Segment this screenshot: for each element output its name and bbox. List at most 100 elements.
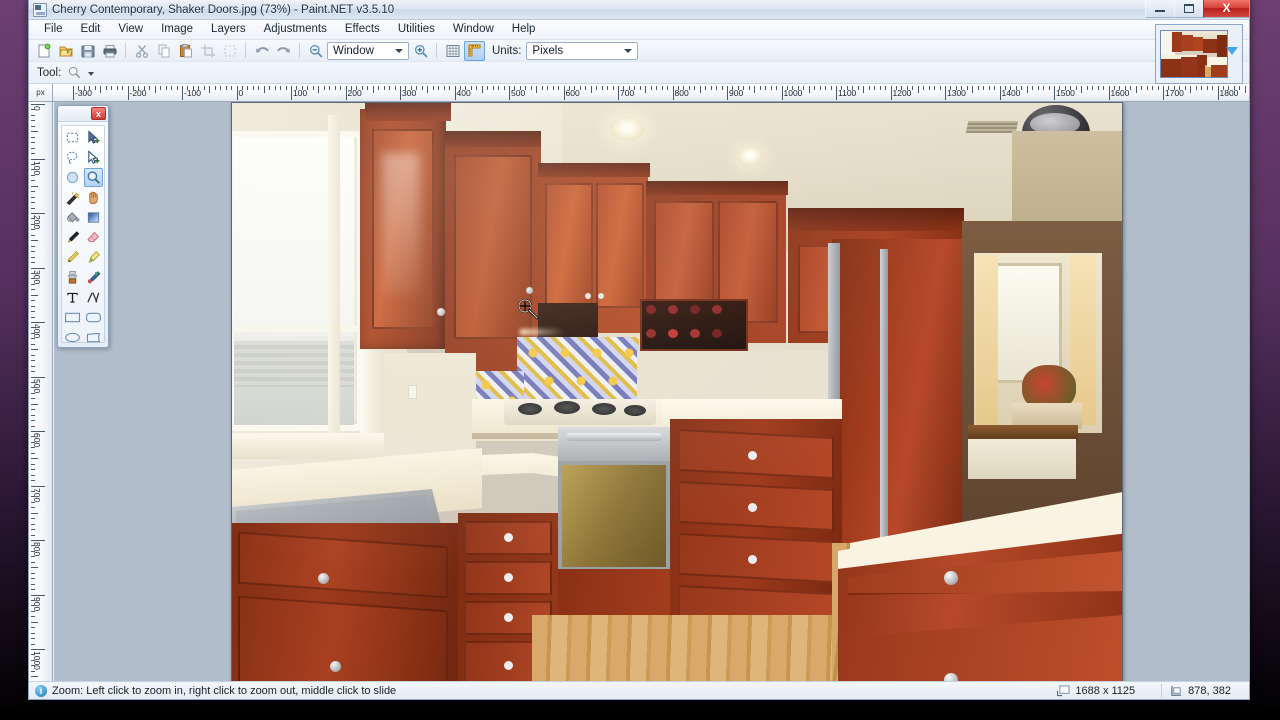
toolbar-separator [125, 43, 126, 58]
pencil-tool[interactable] [63, 248, 83, 267]
kitchen-thumbnail[interactable] [1160, 30, 1228, 78]
color-picker-tool[interactable] [84, 248, 104, 267]
kitchen-photo [232, 103, 1122, 681]
ruler-tick-minor [307, 86, 309, 90]
horizontal-ruler[interactable]: -300 -200 -100 0 100 200 300 400 500 600 700 800 900… [53, 84, 1249, 102]
zoom-in-icon[interactable] [410, 41, 431, 61]
lasso-select-tool[interactable] [63, 148, 83, 167]
recolor-tool[interactable] [84, 268, 104, 287]
new-icon[interactable] [33, 41, 54, 61]
open-icon[interactable] [55, 41, 76, 61]
ruler-tick-minor [247, 86, 249, 90]
redo-icon[interactable] [273, 41, 294, 61]
ruler-tick-minor [31, 676, 38, 678]
rectangle-select-tool[interactable] [63, 128, 83, 147]
eraser-tool[interactable] [84, 228, 104, 247]
crop-icon[interactable] [197, 41, 218, 61]
toolbar-separator-3 [299, 43, 300, 58]
ellipse-select-tool[interactable] [63, 168, 83, 187]
magnifier-icon[interactable] [67, 65, 82, 80]
vertical-ruler[interactable]: 010020030040050060070080090010001100 [29, 102, 53, 681]
ruler-tick-minor [1201, 86, 1203, 90]
ruler-tick-major [563, 86, 565, 100]
save-icon[interactable] [77, 41, 98, 61]
ruler-tick-minor [1048, 86, 1050, 90]
copy-icon[interactable] [153, 41, 174, 61]
ruler-tick-minor [1222, 86, 1224, 90]
text-tool[interactable] [63, 288, 83, 307]
rectangle-shape-tool[interactable] [63, 308, 83, 327]
menu-window[interactable]: Window [444, 21, 503, 38]
grid-icon[interactable] [442, 41, 463, 61]
rulers-icon[interactable] [464, 40, 485, 61]
close-icon[interactable]: x [91, 107, 106, 120]
line-curve-tool[interactable] [84, 288, 104, 307]
ruler-tick-major [836, 86, 837, 100]
ruler-label: 400 [456, 88, 471, 98]
paint-bucket-tool[interactable] [63, 208, 83, 227]
units-combo[interactable]: Pixels [526, 41, 639, 60]
tools-palette-titlebar[interactable]: x [58, 106, 108, 122]
rounded-rectangle-tool[interactable] [84, 308, 104, 327]
move-selection-tool[interactable] [84, 148, 104, 167]
ruler-tick-minor [803, 86, 805, 90]
ruler-tick-major [31, 594, 45, 596]
ruler-tick-minor [1184, 86, 1186, 90]
cut-icon[interactable] [131, 41, 152, 61]
image-thumbnail-panel[interactable] [1155, 24, 1243, 84]
ruler-tick-minor [323, 86, 325, 90]
zoom-out-icon[interactable] [305, 41, 326, 61]
ruler-tick-minor [372, 86, 374, 93]
magic-wand-tool[interactable] [63, 188, 83, 207]
ruler-tick-minor [285, 86, 287, 90]
menu-view[interactable]: View [109, 21, 152, 38]
ruler-tick-minor [656, 86, 658, 90]
ruler-tick-minor [830, 86, 832, 90]
print-icon[interactable] [99, 41, 120, 61]
menu-file[interactable]: File [35, 21, 72, 38]
zoom-tool[interactable] [83, 168, 103, 187]
ruler-tick-major [31, 213, 45, 214]
clone-stamp-tool[interactable] [63, 268, 83, 287]
ruler-tick-minor [31, 474, 35, 476]
ruler-tick-minor [31, 234, 35, 236]
pan-tool[interactable] [84, 188, 104, 207]
menu-edit[interactable]: Edit [72, 21, 110, 38]
gradient-tool[interactable] [84, 208, 104, 227]
ruler-tick-minor [955, 86, 957, 90]
toolbar-separator-4 [436, 43, 437, 58]
menu-layers[interactable]: Layers [202, 21, 255, 38]
ruler-tick-major [1163, 86, 1164, 100]
ruler-tick-minor [111, 86, 113, 90]
menu-help[interactable]: Help [503, 21, 545, 38]
paintbrush-tool[interactable] [63, 228, 83, 247]
maximize-button[interactable] [1174, 0, 1203, 18]
minimize-button[interactable] [1145, 0, 1174, 18]
menu-effects[interactable]: Effects [336, 21, 389, 38]
ruler-tick-minor [31, 305, 35, 307]
menu-utilities[interactable]: Utilities [389, 21, 444, 38]
ruler-tick-minor [31, 153, 35, 155]
menu-adjustments[interactable]: Adjustments [255, 21, 336, 38]
chevron-down-icon[interactable] [88, 72, 95, 76]
undo-icon[interactable] [251, 41, 272, 61]
screen-root: Cherry Contemporary, Shaker Doors.jpg (7… [0, 0, 1280, 720]
ruler-tick-major [345, 86, 347, 100]
freeform-shape-tool[interactable] [84, 328, 104, 347]
thumbnail-dropdown-icon[interactable] [1226, 47, 1238, 55]
close-button[interactable]: X [1203, 0, 1249, 18]
canvas-viewport[interactable] [54, 102, 1249, 681]
ruler-tick-minor [31, 316, 35, 318]
paste-icon[interactable] [175, 41, 196, 61]
ruler-tick-minor [1212, 86, 1214, 90]
menu-image[interactable]: Image [152, 21, 202, 38]
move-selected-tool[interactable] [84, 128, 104, 147]
ruler-tick-minor [378, 86, 380, 90]
image-canvas[interactable] [231, 102, 1123, 681]
ruler-tick-minor [31, 567, 38, 569]
tools-palette: x [57, 105, 109, 348]
zoom-level-combo[interactable]: Window [327, 41, 409, 60]
ellipse-shape-tool[interactable] [63, 328, 83, 347]
deselect-icon[interactable] [219, 41, 240, 61]
ruler-tick-minor [694, 86, 696, 90]
